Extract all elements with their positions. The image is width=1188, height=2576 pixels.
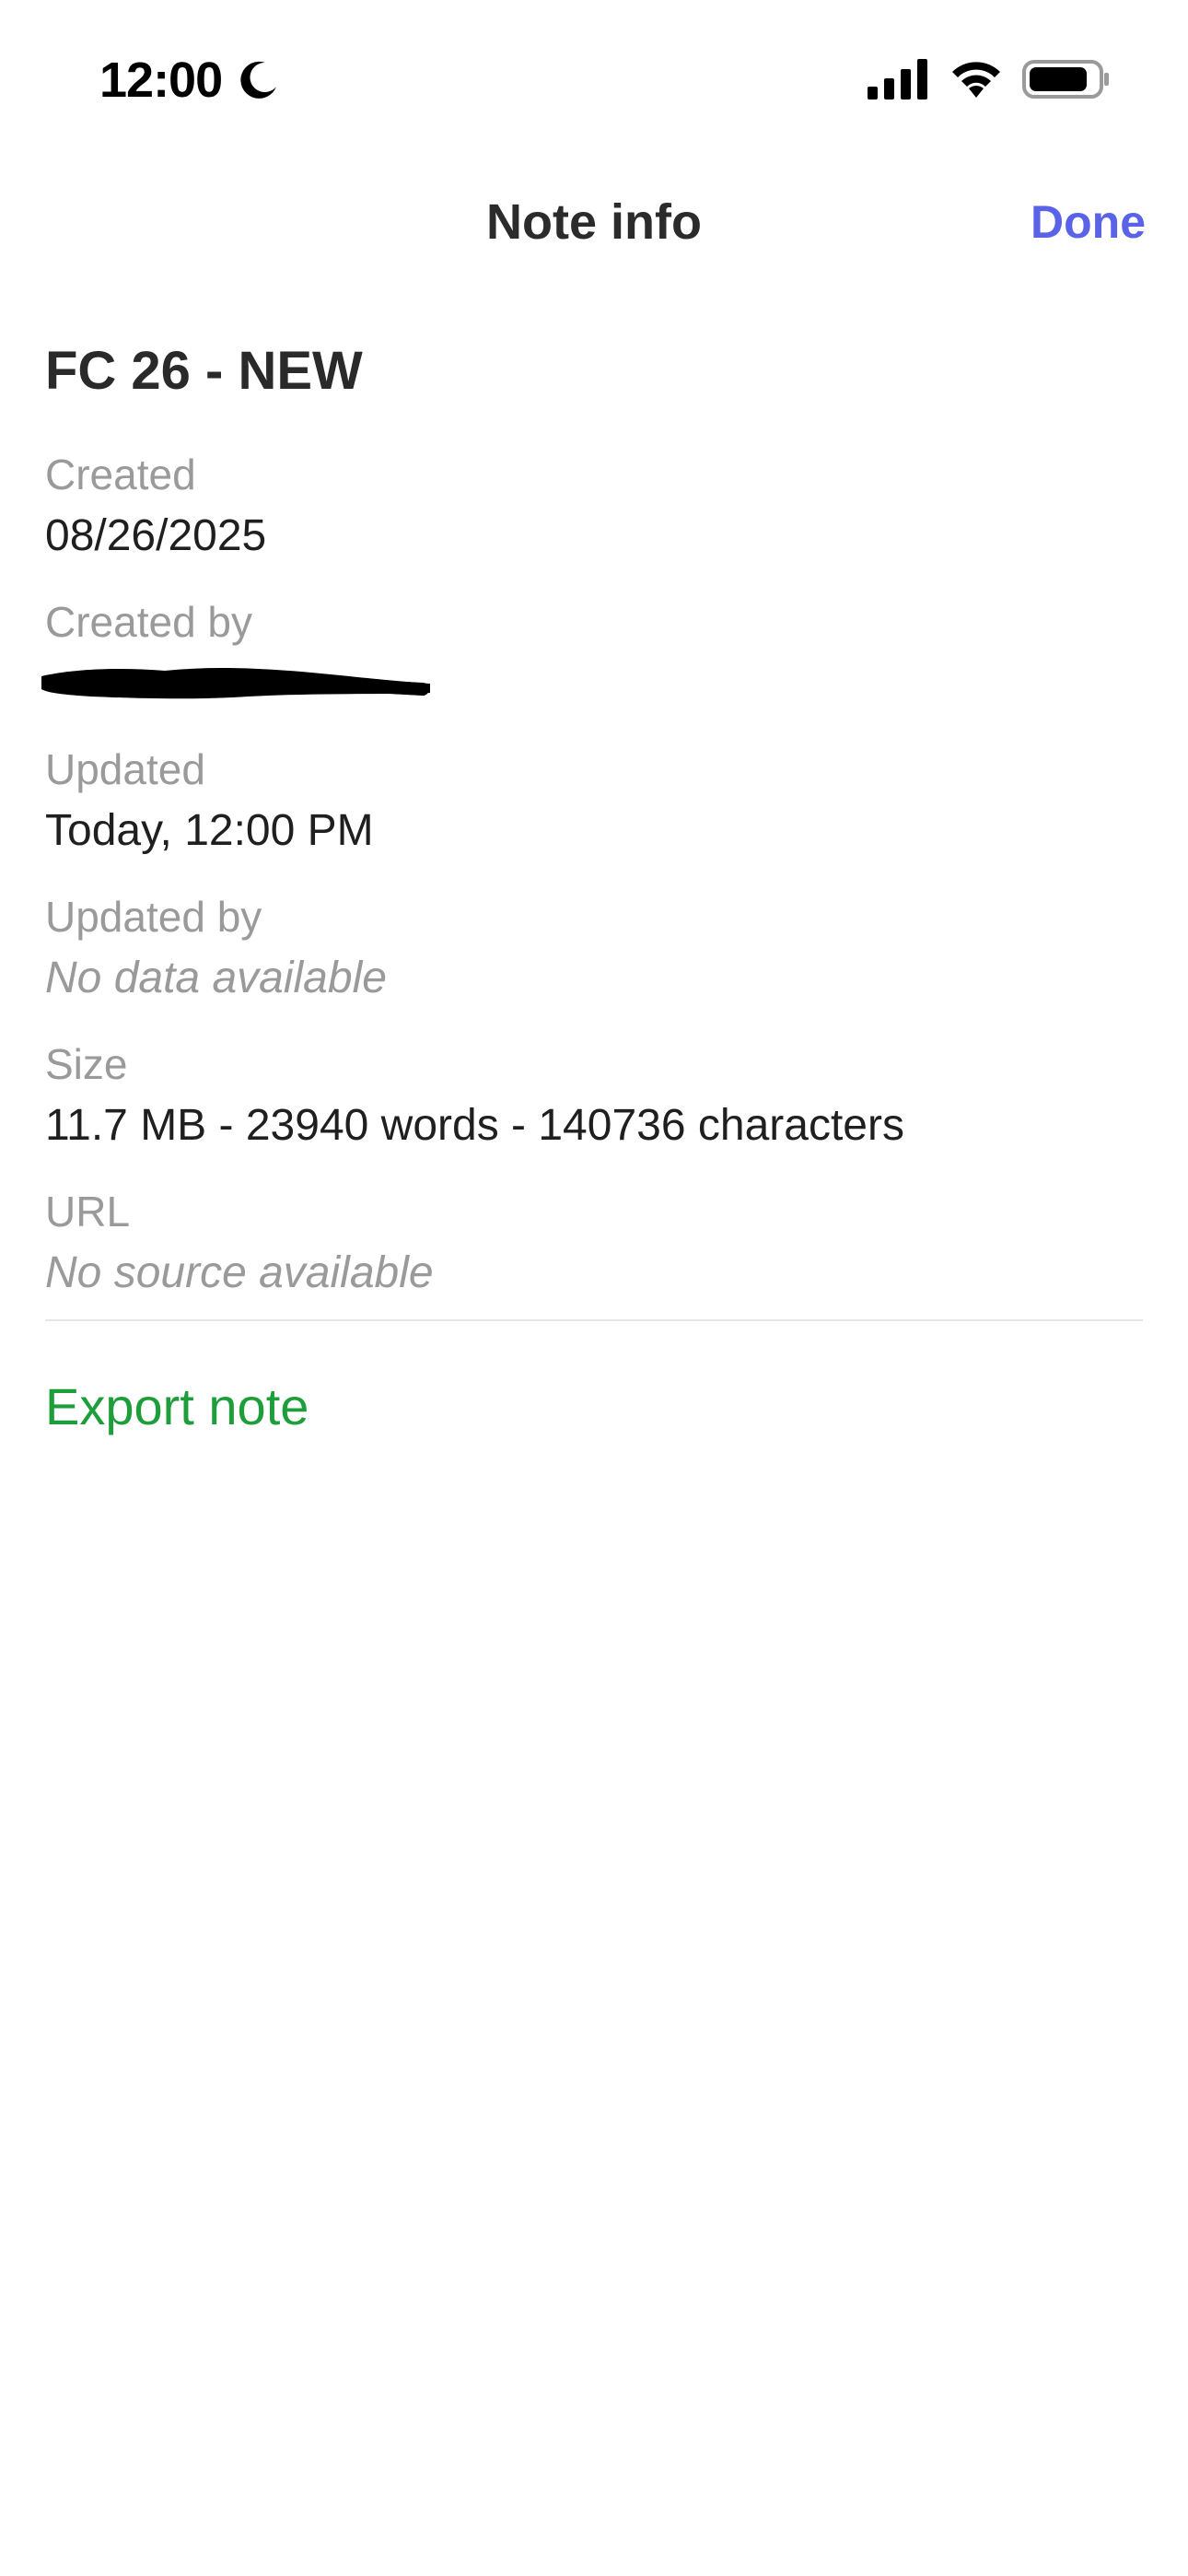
size-value: 11.7 MB - 23940 words - 140736 character… [45,1101,904,1150]
created-label: Created [45,451,196,498]
size-label: Size [45,1040,128,1088]
status-time: 12:00 [99,53,223,108]
battery-icon [1022,60,1109,99]
status-bar: 12:00 [0,0,1188,157]
updated-label: Updated [45,745,205,793]
signal-icon [868,59,927,100]
wifi-icon [952,62,1000,98]
created-field: Created 08/26/2025 [45,446,1143,569]
url-label: URL [45,1188,131,1235]
created-by-redacted-value [41,650,1143,717]
moon-icon [240,61,276,99]
created-value: 08/26/2025 [45,511,267,560]
updated-by-value: No data available [45,954,387,1002]
created-by-field: Created by [41,593,1143,717]
redaction-scribble [41,668,430,699]
updated-by-field: Updated by No data available [45,888,1143,1012]
export-note-button[interactable]: Export note [45,1373,1143,1441]
page-title: Note info [486,194,702,250]
updated-field: Updated Today, 12:00 PM [45,741,1143,864]
updated-value: Today, 12:00 PM [45,806,374,855]
url-field: URL No source available [45,1183,1143,1306]
done-button[interactable]: Done [1031,192,1146,252]
size-field: Size 11.7 MB - 23940 words - 140736 char… [45,1036,1143,1159]
divider [45,1319,1143,1321]
note-info-panel: FC 26 - NEW Created 08/26/2025 Created b… [41,332,1143,1441]
url-value: No source available [45,1248,434,1297]
note-title: FC 26 - NEW [45,341,363,401]
updated-by-label: Updated by [45,893,262,941]
created-by-label: Created by [45,598,253,646]
